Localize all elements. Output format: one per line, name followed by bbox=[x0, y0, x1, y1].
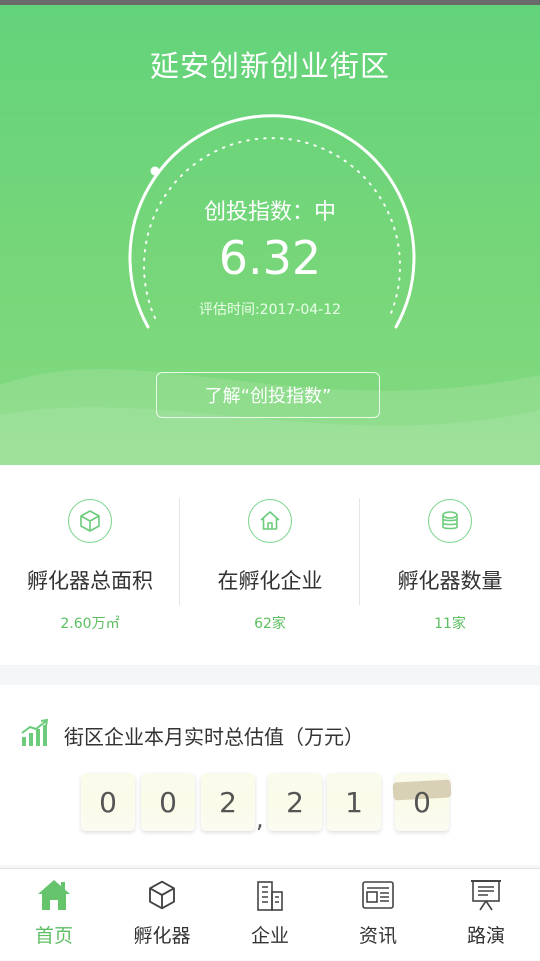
valuation-digit-rolling: 0 bbox=[395, 773, 449, 831]
valuation-digit: 2 bbox=[201, 773, 255, 831]
nav-label: 企业 bbox=[250, 925, 289, 947]
gauge-indicator-dot bbox=[150, 166, 160, 176]
home-icon bbox=[36, 877, 72, 913]
valuation-digit: 1 bbox=[327, 773, 381, 831]
nav-item-news[interactable]: 资讯 bbox=[324, 869, 432, 961]
stat-incubator-count[interactable]: 孵化器数量 11家 bbox=[360, 465, 540, 665]
nav-item-home[interactable]: 首页 bbox=[0, 869, 108, 961]
evaluation-date: 评估时间:2017-04-12 bbox=[198, 302, 342, 318]
stat-incubator-area[interactable]: 孵化器总面积 2.60万㎡ bbox=[0, 465, 180, 665]
stat-label: 孵化器数量 bbox=[397, 569, 503, 593]
nav-label: 孵化器 bbox=[133, 925, 191, 947]
house-icon bbox=[248, 499, 292, 543]
cube-icon bbox=[68, 499, 112, 543]
stat-value: 2.60万㎡ bbox=[60, 616, 120, 632]
index-label: 创投指数：中 bbox=[203, 200, 336, 225]
valuation-digit: 0 bbox=[81, 773, 135, 831]
building-icon bbox=[252, 877, 288, 913]
cube-icon bbox=[144, 877, 180, 913]
coin-stack-icon bbox=[428, 499, 472, 543]
nav-item-roadshow[interactable]: 路演 bbox=[432, 869, 540, 961]
stat-label: 孵化器总面积 bbox=[27, 569, 153, 593]
stat-value: 11家 bbox=[434, 616, 466, 632]
valuation-digit: 0 bbox=[141, 773, 195, 831]
nav-label: 资讯 bbox=[358, 925, 397, 947]
nav-item-company[interactable]: 企业 bbox=[216, 869, 324, 961]
news-icon bbox=[360, 877, 396, 913]
valuation-panel: 街区企业本月实时总估值（万元） 0 0 2 , 2 1 0 bbox=[0, 685, 540, 865]
nav-item-incubator[interactable]: 孵化器 bbox=[108, 869, 216, 961]
stat-label: 在孵化企业 bbox=[217, 569, 323, 593]
learn-index-button[interactable]: 了解“创投指数” bbox=[156, 372, 380, 418]
nav-label: 路演 bbox=[466, 925, 505, 947]
digit-separator: , bbox=[256, 805, 264, 833]
stat-value: 62家 bbox=[254, 616, 286, 632]
stat-incubating-companies[interactable]: 在孵化企业 62家 bbox=[180, 465, 360, 665]
bar-chart-trend-icon bbox=[21, 719, 49, 746]
index-gauge bbox=[128, 114, 416, 329]
hero-banner: 延安创新创业街区 创投指数：中 6.32 评估时间:2017-04-12 了解“… bbox=[0, 5, 540, 465]
nav-label: 首页 bbox=[34, 925, 73, 947]
presentation-icon bbox=[468, 877, 504, 913]
bottom-nav: 首页 孵化器 企业 资讯 路演 bbox=[0, 868, 540, 960]
valuation-digit: 2 bbox=[268, 773, 322, 831]
valuation-title: 街区企业本月实时总估值（万元） bbox=[64, 725, 364, 749]
index-value: 6.32 bbox=[218, 231, 322, 285]
stats-panel: 孵化器总面积 2.60万㎡ 在孵化企业 62家 孵化器数量 11家 bbox=[0, 465, 540, 665]
